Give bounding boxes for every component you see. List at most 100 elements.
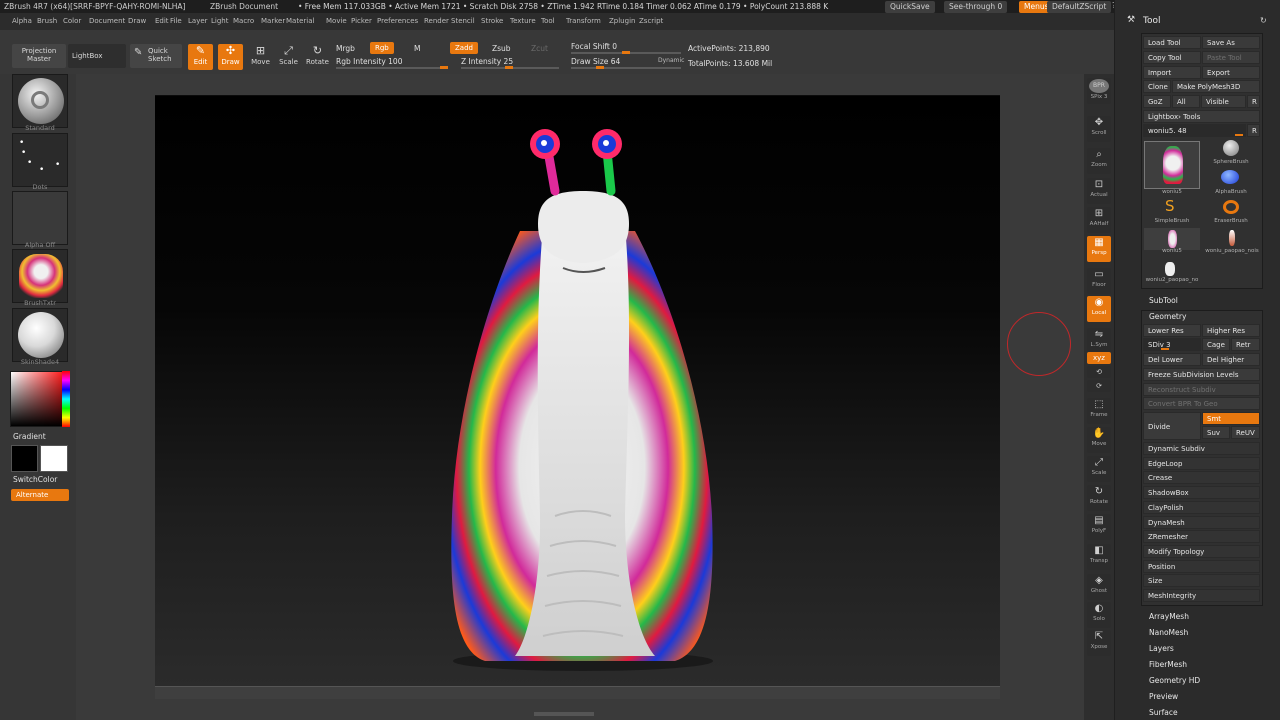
material-tile[interactable] [12,308,68,362]
menu-material[interactable]: Material [286,17,314,25]
sdiv-slider[interactable]: SDiv 3 [1143,338,1201,351]
geometry-modify-topology-item[interactable]: Modify Topology [1143,544,1260,558]
paste-tool-button[interactable]: Paste Tool [1202,51,1260,64]
geometry-dynamesh-item[interactable]: DynaMesh [1143,515,1260,529]
shelf-persp-button[interactable]: ▦ Persp [1087,236,1111,262]
texture-tile[interactable] [12,249,68,303]
focal-shift-slider[interactable]: Focal Shift 0 [571,42,617,51]
current-tool-knob[interactable] [1235,134,1243,136]
rotate-button[interactable]: ↻ Rotate [305,44,330,70]
tool-palette-title[interactable]: Tool [1143,16,1160,26]
draw-size-knob[interactable] [596,66,604,69]
tool-section-layers[interactable]: Layers [1149,644,1174,653]
woniu5-thumb[interactable] [1144,228,1200,250]
zsub-button[interactable]: Zsub [492,44,511,53]
quick-sketch-button[interactable]: ✎ Quick Sketch [130,44,182,68]
shelf-spix-3-button[interactable]: BPR SPix 3 [1087,78,1111,104]
eraserbrush-icon[interactable] [1223,200,1239,214]
smt-toggle[interactable]: Smt [1202,412,1260,425]
sdiv-knob[interactable] [1161,348,1169,350]
alphabrush-icon[interactable] [1221,170,1239,184]
current-tool-r-button[interactable]: R [1247,124,1260,137]
shelf-zoom-button[interactable]: ⌕ Zoom [1087,148,1111,174]
tool-palette-toggle-icon[interactable]: ↻ [1260,16,1267,25]
projection-master-button[interactable]: Projection Master [12,44,66,68]
shelf-xpose-button[interactable]: ⇱ Xpose [1087,630,1111,656]
menu-zplugin[interactable]: Zplugin [609,17,635,25]
del-lower-button[interactable]: Del Lower [1143,353,1201,366]
tool-section-fibermesh[interactable]: FiberMesh [1149,660,1187,669]
z-intensity-knob[interactable] [505,66,513,69]
document-canvas[interactable] [155,95,1000,699]
scale-button[interactable]: ⤢ Scale [276,44,301,70]
menu-document[interactable]: Document [89,17,125,25]
alternate-button[interactable]: Alternate [11,489,69,501]
geometry-section[interactable]: Geometry [1149,312,1186,321]
focal-shift-knob[interactable] [622,51,630,54]
freeze-subdivision-button[interactable]: Freeze SubDivision Levels [1143,368,1260,381]
geometry-position-item[interactable]: Position [1143,559,1260,573]
clone-button[interactable]: Clone [1143,80,1171,93]
tool-section-geometry-hd[interactable]: Geometry HD [1149,676,1200,685]
hue-strip[interactable] [62,371,70,427]
shelf-ghost-button[interactable]: ◈ Ghost [1087,574,1111,600]
save-as-button[interactable]: Save As [1202,36,1260,49]
goz-button[interactable]: GoZ [1143,95,1171,108]
menu-zscript[interactable]: Zscript [639,17,663,25]
shelf-scroll-button[interactable]: ✥ Scroll [1087,116,1111,142]
menu-marker[interactable]: Marker [261,17,285,25]
menu-movie[interactable]: Movie [326,17,347,25]
z-intensity-slider[interactable]: Z Intensity 25 [461,57,513,66]
tool-section-nanomesh[interactable]: NanoMesh [1149,628,1188,637]
shelf-transp-button[interactable]: ◧ Transp [1087,544,1111,570]
brush-tile[interactable] [12,74,68,128]
stroke-tile[interactable]: • • • • • [12,133,68,187]
suv-toggle[interactable]: Suv [1202,426,1230,439]
switch-color-button[interactable]: SwitchColor [13,475,57,484]
cage-button[interactable]: Cage [1202,338,1230,351]
geometry-zremesher-item[interactable]: ZRemesher [1143,530,1260,544]
menu-color[interactable]: Color [63,17,81,25]
paopao-thumb-icon[interactable] [1229,230,1235,246]
geometry-size-item[interactable]: Size [1143,574,1260,588]
dynamic-button[interactable]: Dynamic [658,57,684,64]
current-tool-slider[interactable]: woniu5. 48 [1143,124,1246,137]
lower-res-button[interactable]: Lower Res [1143,324,1201,337]
higher-res-button[interactable]: Higher Res [1202,324,1260,337]
shelf-rotate-button[interactable]: ↻ Rotate [1087,485,1111,511]
geometry-shadowbox-item[interactable]: ShadowBox [1143,486,1260,500]
menu-edit[interactable]: Edit [155,17,169,25]
menu-light[interactable]: Light [211,17,228,25]
shelf-local-button[interactable]: ◉ Local [1087,296,1111,322]
zadd-button[interactable]: Zadd [450,42,478,54]
active-tool-thumb[interactable] [1144,141,1200,189]
goz-visible-button[interactable]: Visible [1201,95,1246,108]
rgb-intensity-slider[interactable]: Rgb Intensity 100 [336,57,402,66]
geometry-claypolish-item[interactable]: ClayPolish [1143,500,1260,514]
draw-size-slider[interactable]: Draw Size 64 [571,57,620,66]
menu-transform[interactable]: Transform [566,17,601,25]
make-polymesh-button[interactable]: Make PolyMesh3D [1172,80,1260,93]
lightbox-tools-button[interactable]: Lightbox› Tools [1143,110,1260,123]
menu-draw[interactable]: Draw [128,17,146,25]
shelf-move-button[interactable]: ✋ Move [1087,427,1111,453]
load-tool-button[interactable]: Load Tool [1143,36,1201,49]
shelf-btn-10-button[interactable]: ⟲ [1087,366,1111,378]
shelf-solo-button[interactable]: ◐ Solo [1087,602,1111,628]
menu-layer[interactable]: Layer [188,17,208,25]
simplebrush-icon[interactable]: S [1165,197,1175,215]
del-higher-button[interactable]: Del Higher [1202,353,1260,366]
tool-section-arraymesh[interactable]: ArrayMesh [1149,612,1189,621]
geometry-edgeloop-item[interactable]: EdgeLoop [1143,456,1260,470]
paopao2-thumb-icon[interactable] [1165,262,1175,276]
tool-section-surface[interactable]: Surface [1149,708,1178,717]
mrgb-button[interactable]: Mrgb [336,44,355,53]
shelf-frame-button[interactable]: ⬚ Frame [1087,398,1111,424]
shelf-l-sym-button[interactable]: ⇋ L.Sym [1087,328,1111,354]
divide-button[interactable]: Divide [1143,412,1201,440]
quicksave-button[interactable]: QuickSave [885,1,935,13]
default-zscript-button[interactable]: DefaultZScript [1047,1,1112,13]
rgb-intensity-knob[interactable] [440,66,448,69]
main-color-swatch[interactable] [40,445,68,472]
shelf-floor-button[interactable]: ▭ Floor [1087,268,1111,294]
